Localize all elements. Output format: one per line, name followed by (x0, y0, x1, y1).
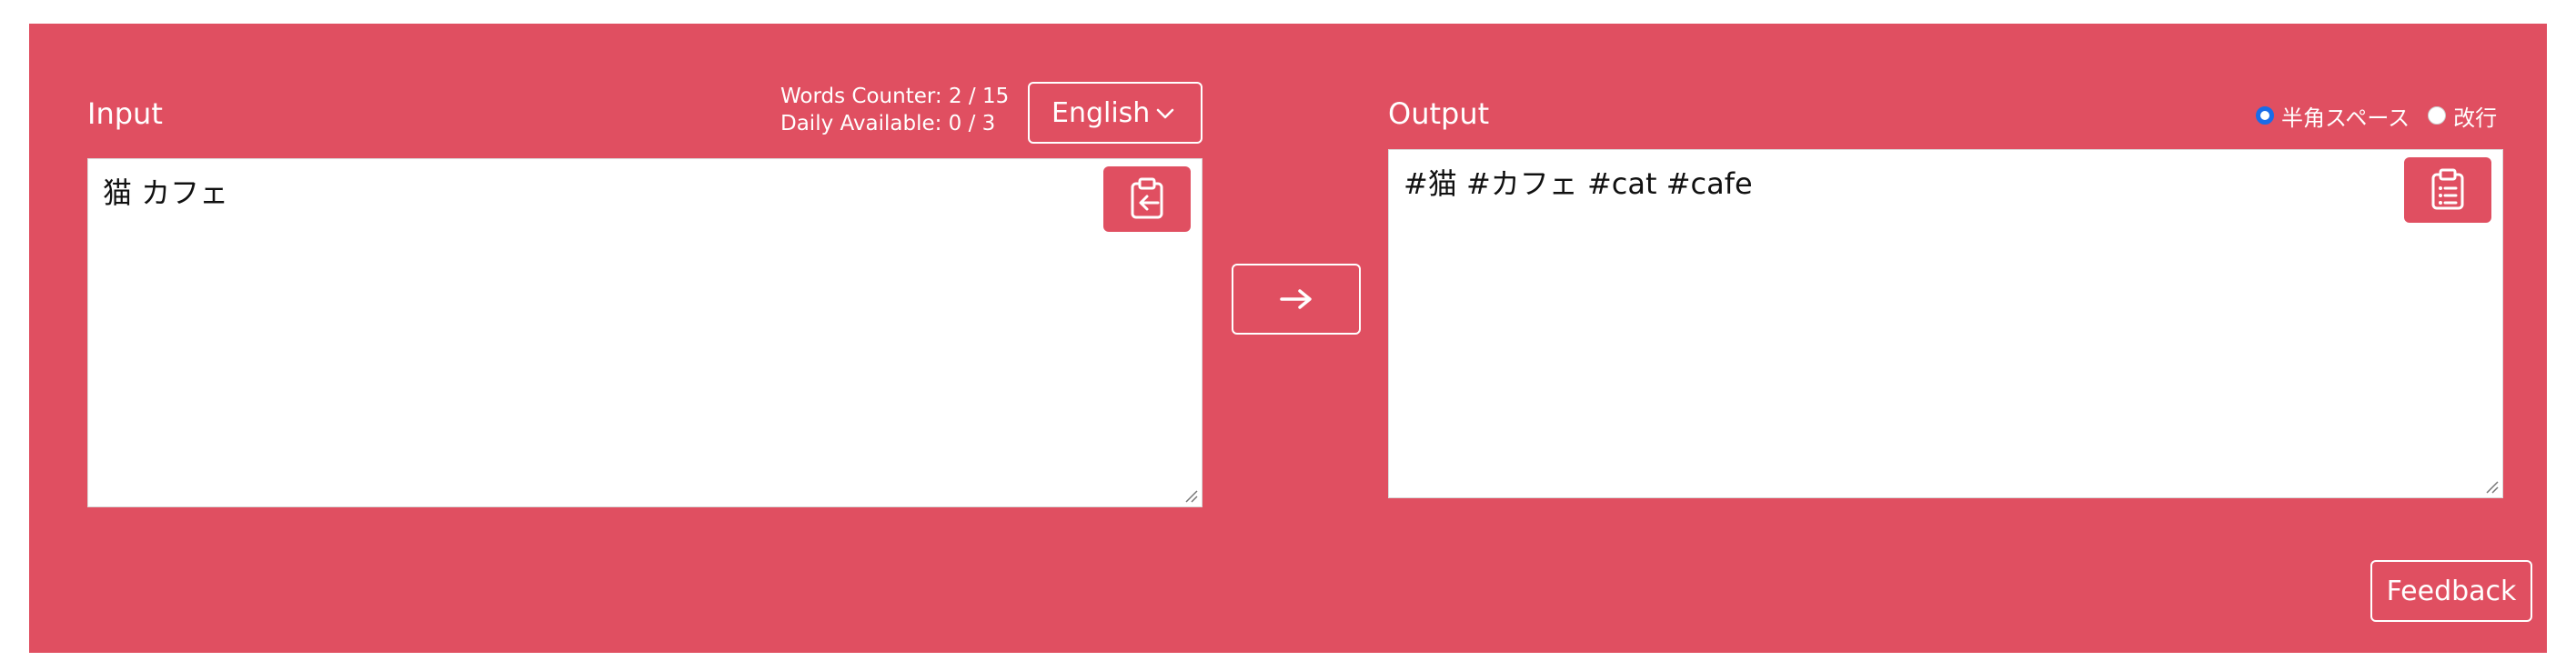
daily-available: Daily Available: 0 / 3 (780, 112, 996, 135)
clipboard-list-icon (2431, 168, 2464, 210)
copy-button[interactable] (2404, 157, 2491, 223)
language-select-value: English (1052, 96, 1151, 129)
output-label: Output (1388, 96, 1490, 131)
output-text: #猫 #カフェ #cat #cafe (1404, 166, 1753, 201)
output-textarea[interactable]: #猫 #カフェ #cat #cafe (1388, 149, 2503, 498)
separator-label-newline: 改行 (2453, 105, 2498, 131)
resize-handle-icon[interactable] (2484, 479, 2499, 494)
input-textarea[interactable]: 猫 カフェ (87, 158, 1202, 507)
app-panel: Input Words Counter: 2 / 15 Daily Availa… (29, 24, 2547, 653)
input-text: 猫 カフェ (103, 175, 229, 210)
convert-button[interactable] (1232, 264, 1361, 335)
separator-options: 半角スペース 改行 (2256, 100, 2515, 131)
arrow-right-icon (1280, 289, 1312, 309)
input-label: Input (87, 96, 163, 131)
feedback-button[interactable]: Feedback (2370, 560, 2532, 622)
clipboard-paste-icon (1131, 177, 1163, 219)
separator-label-space: 半角スペース (2281, 105, 2410, 131)
words-counter: Words Counter: 2 / 15 (780, 85, 1010, 108)
paste-button[interactable] (1103, 166, 1191, 232)
language-select[interactable]: English (1028, 82, 1202, 144)
separator-radio-space[interactable] (2256, 106, 2274, 125)
separator-radio-newline[interactable] (2428, 106, 2447, 125)
resize-handle-icon[interactable] (1183, 488, 1198, 503)
chevron-down-icon (1156, 108, 1174, 119)
